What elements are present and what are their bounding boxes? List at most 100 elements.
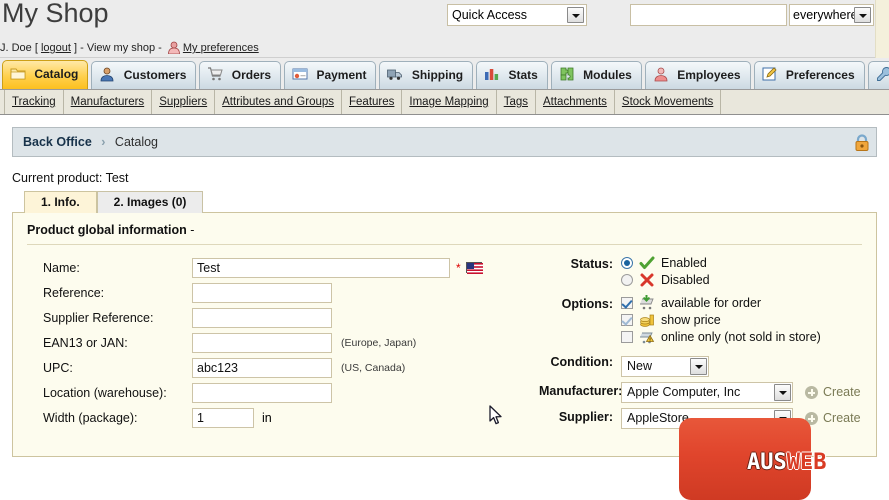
upc-input[interactable] [192,357,332,378]
name-input[interactable] [192,257,450,278]
tab-employees[interactable]: Employees [644,61,751,89]
status-row: Status: Enabled Disabled [539,255,876,289]
field-label: EAN13 or JAN: [43,335,128,350]
search-input[interactable] [630,4,787,26]
manufacturer-create-button[interactable]: Create [805,385,861,399]
us-flag-icon[interactable] [465,262,483,274]
tab-label: Preferences [785,68,855,82]
truck-icon [387,65,403,81]
watermark-web: WEB [786,450,827,475]
subnav-item-features[interactable]: Features [342,90,403,114]
ean13-input[interactable] [192,332,332,353]
radio-disabled[interactable] [621,274,633,286]
subnav-item-manufacturers[interactable]: Manufacturers [64,90,153,114]
create-label: Create [823,385,861,399]
header-right-strip [875,0,889,58]
tab-customers[interactable]: Customers [91,61,197,89]
width-package-input[interactable] [192,407,254,428]
subnav-item-tracking[interactable]: Tracking [4,90,64,114]
field-label: Location (warehouse): [43,385,167,400]
radio-enabled[interactable] [621,257,633,269]
status-label: Status: [570,257,613,271]
coins-icon [639,312,655,328]
condition-select[interactable]: New [621,355,709,377]
breadcrumb-separator-icon: › [101,135,106,149]
location-input[interactable] [192,382,332,403]
shop-title: My Shop [2,0,109,28]
user-icon [167,41,181,55]
manufacturer-label: Manufacturer: [539,384,623,398]
option-available-for-order[interactable]: available for order [621,294,876,311]
checkbox-show-price[interactable] [621,314,633,326]
lock-icon [852,133,872,153]
quick-access-wrap: Quick Access [447,4,587,26]
quick-access-select[interactable]: Quick Access [447,4,587,26]
supplier-label: Supplier: [558,410,613,424]
tab-orders[interactable]: Orders [199,61,282,89]
tab-payment[interactable]: Payment [284,61,377,89]
tab-info[interactable]: 1. Info. [24,191,97,213]
chevron-down-icon[interactable] [567,7,584,23]
chevron-down-icon[interactable] [774,383,791,401]
subnav-item-stock-movements[interactable]: Stock Movements [615,90,722,114]
field-label: Reference: [43,285,105,300]
tab-label: Catalog [34,67,79,81]
condition-row: Condition: New [539,353,876,379]
green-check-icon [639,255,655,271]
tab-preferences[interactable]: Preferences [753,61,865,89]
required-marker: * [456,260,461,275]
page-header: My Shop J. Doe [ logout ] - View my shop… [0,0,889,58]
field-hint: (US, Canada) [341,361,406,374]
pencil-icon [762,65,778,81]
cart-icon [207,65,224,81]
wrench-icon [876,65,889,81]
subnav-item-suppliers[interactable]: Suppliers [152,90,216,114]
subnav-item-attributes-groups[interactable]: Attributes and Groups [215,90,343,114]
tab-label: Orders [231,68,272,82]
plus-circle-icon [805,385,818,399]
chevron-down-icon[interactable] [690,357,707,375]
checkbox-available-for-order[interactable] [621,297,633,309]
warning-cart-icon [639,329,655,345]
supplier-reference-input[interactable] [192,307,332,328]
logout-link[interactable]: logout [41,42,71,54]
option-show-price[interactable]: show price [621,312,876,328]
my-preferences-link[interactable]: My preferences [183,42,259,54]
field-label: UPC: [43,360,73,375]
option-label: show price [661,313,721,327]
subnav-item-image-mapping[interactable]: Image Mapping [402,90,497,114]
tab-tools[interactable]: Tools [867,61,889,89]
field-label: Name: [43,260,80,275]
option-online-only[interactable]: online only (not sold in store) [621,329,876,345]
watermark-aus: AUS [747,450,787,475]
subnav-item-tags[interactable]: Tags [497,90,536,114]
search-scope-select[interactable]: everywhere [789,4,874,26]
breadcrumb-current: Catalog [114,135,159,149]
reference-input[interactable] [192,282,332,303]
status-option-disabled[interactable]: Disabled [621,272,876,288]
subnav-item-attachments[interactable]: Attachments [536,90,615,114]
status-option-enabled[interactable]: Enabled [621,255,876,271]
tab-catalog[interactable]: Catalog [2,60,89,89]
tab-shipping[interactable]: Shipping [379,61,474,89]
chevron-down-icon[interactable] [854,7,871,23]
tab-images[interactable]: 2. Images (0) [96,191,204,213]
panel-title-dash: - [190,223,195,237]
condition-value: New [627,358,653,373]
checkbox-online-only[interactable] [621,331,633,343]
current-product-line: Current product: Test [12,171,877,185]
width-unit-label: in [262,410,272,425]
condition-control: New [621,353,709,379]
manufacturer-select[interactable]: Apple Computer, Inc [621,381,793,403]
tab-modules[interactable]: Modules [550,61,642,89]
options-items: available for order show price online on [621,294,876,346]
tab-stats[interactable]: Stats [476,61,548,89]
red-cross-icon [639,272,655,288]
condition-label: Condition: [550,355,613,369]
option-label: online only (not sold in store) [661,330,821,344]
breadcrumb-root[interactable]: Back Office [23,135,92,149]
tab-label: Customers [123,68,187,82]
field-hint: (Europe, Japan) [341,336,417,349]
field-label: Supplier Reference: [43,310,154,325]
supplier-create-button[interactable]: Create [805,411,861,425]
